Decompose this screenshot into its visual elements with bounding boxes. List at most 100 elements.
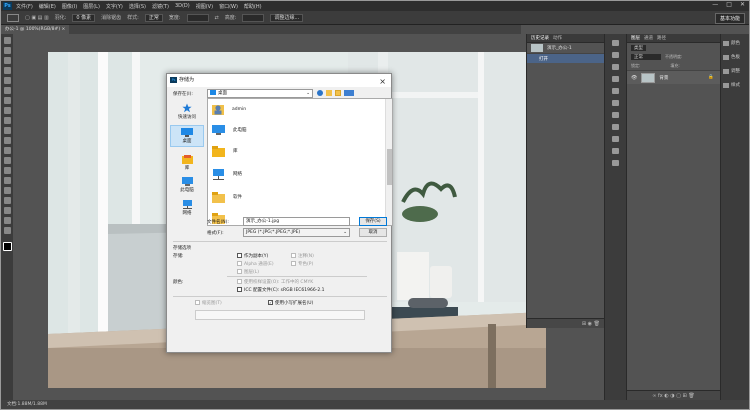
height-input[interactable] <box>242 13 265 22</box>
blend-mode-select[interactable]: 正常 <box>631 53 661 60</box>
character-icon[interactable] <box>612 112 619 118</box>
zoom-tool-icon[interactable] <box>3 227 11 234</box>
path-select-tool-icon[interactable] <box>3 197 11 204</box>
brush-presets-icon[interactable] <box>612 76 619 82</box>
alpha-checkbox[interactable] <box>237 261 242 266</box>
history-step-open[interactable]: 打开 <box>539 56 548 62</box>
menu-3d[interactable]: 3D(D) <box>175 3 190 9</box>
info-icon[interactable] <box>612 64 619 70</box>
as-copy-checkbox[interactable] <box>237 253 242 258</box>
spot-checkbox[interactable] <box>291 261 296 266</box>
menu-view[interactable]: 视图(V) <box>196 3 213 10</box>
type-tool-icon[interactable] <box>3 187 11 194</box>
menu-filter[interactable]: 滤镜(T) <box>152 3 169 10</box>
save-button[interactable]: 保存(S) <box>359 217 387 226</box>
eyedropper-tool-icon[interactable] <box>3 87 11 94</box>
layers-checkbox[interactable] <box>237 269 242 274</box>
panel-color[interactable]: 颜色 <box>721 40 749 46</box>
document-tab[interactable]: 办公-1 @ 100%(RGB/8#) × <box>1 25 70 34</box>
dodge-tool-icon[interactable] <box>3 167 11 174</box>
layer-name[interactable]: 背景 <box>659 75 668 81</box>
menu-type[interactable]: 文字(Y) <box>106 3 123 10</box>
paragraph-icon[interactable] <box>612 124 619 130</box>
view-menu-icon[interactable] <box>344 90 354 96</box>
menu-layer[interactable]: 图层(L) <box>83 3 100 10</box>
list-item[interactable]: 软件 <box>212 190 242 204</box>
menu-select[interactable]: 选择(S) <box>129 3 146 10</box>
filename-input[interactable]: 演示_办公-1.jpg <box>243 217 350 226</box>
antialias-checkbox[interactable]: 消除锯齿 <box>101 14 121 21</box>
place-this-pc[interactable]: 此电脑 <box>170 177 204 193</box>
quick-select-tool-icon[interactable] <box>3 67 11 74</box>
panel-adjustments[interactable]: 调整 <box>721 68 749 74</box>
place-desktop[interactable]: 桌面 <box>170 125 204 147</box>
list-item[interactable]: 此电脑 <box>212 123 247 137</box>
scrollbar-thumb[interactable] <box>387 149 392 185</box>
up-folder-icon[interactable] <box>326 90 332 96</box>
new-folder-icon[interactable] <box>335 90 341 96</box>
list-item[interactable]: admin <box>212 102 246 116</box>
hand-tool-icon[interactable] <box>3 217 11 224</box>
save-in-select[interactable]: 桌面 ⌄ <box>207 89 313 98</box>
shape-tool-icon[interactable] <box>3 207 11 214</box>
list-item[interactable]: 网络 <box>212 167 242 181</box>
menu-image[interactable]: 图像(I) <box>62 3 77 10</box>
history-brush-tool-icon[interactable] <box>3 127 11 134</box>
visibility-eye-icon[interactable]: 👁 <box>631 75 637 81</box>
tab-history[interactable]: 历史记录 <box>531 35 549 41</box>
crop-tool-icon[interactable] <box>3 77 11 84</box>
feather-input[interactable]: 0 像素 <box>72 13 96 22</box>
place-network[interactable]: 网络 <box>170 200 204 216</box>
healing-tool-icon[interactable] <box>3 97 11 104</box>
tab-paths[interactable]: 路径 <box>657 35 666 41</box>
menu-edit[interactable]: 编辑(E) <box>39 3 56 10</box>
notes-checkbox[interactable] <box>291 253 296 258</box>
back-icon[interactable] <box>317 90 323 96</box>
brush-tool-icon[interactable] <box>3 107 11 114</box>
history-footer-icons[interactable]: ⊞ ◉ 🗑 <box>527 318 604 328</box>
move-tool-icon[interactable] <box>3 37 11 44</box>
width-input[interactable] <box>186 13 209 22</box>
selection-mode-icons[interactable]: ▢ ▣ ▤ ▥ <box>25 15 49 21</box>
minimize-icon[interactable]: — <box>712 1 718 8</box>
close-icon[interactable]: × <box>379 75 386 88</box>
lasso-tool-icon[interactable] <box>3 57 11 64</box>
use-proof-checkbox[interactable] <box>237 279 242 284</box>
cancel-button[interactable]: 取消 <box>359 228 387 237</box>
menu-help[interactable]: 帮助(H) <box>244 3 262 10</box>
icc-checkbox[interactable] <box>237 287 242 292</box>
history-snapshot[interactable]: 演示_办公-1 <box>547 45 572 51</box>
swap-icon[interactable]: ⇄ <box>215 15 219 21</box>
tab-channels[interactable]: 通道 <box>644 35 653 41</box>
lowercase-ext-checkbox[interactable]: ✓ <box>268 300 273 305</box>
style-select[interactable]: 正常 <box>144 13 163 22</box>
color-swatches-icon[interactable] <box>2 242 12 251</box>
panel-swatches[interactable]: 色板 <box>721 54 749 60</box>
list-item[interactable]: 库 <box>212 144 238 158</box>
menu-file[interactable]: 文件(F) <box>16 3 33 10</box>
tool-presets-icon[interactable] <box>612 148 619 154</box>
layer-filter-select[interactable]: 类型 <box>631 44 646 51</box>
notes-icon[interactable] <box>612 160 619 166</box>
glyphs-icon[interactable] <box>612 136 619 142</box>
tab-layers[interactable]: 图层 <box>631 35 640 41</box>
eraser-tool-icon[interactable] <box>3 137 11 144</box>
format-select[interactable]: JPEG (*.JPG;*.JPEG;*.JPE) ⌄ <box>243 228 350 237</box>
refine-edge-button[interactable]: 调整边缘... <box>270 13 304 22</box>
thumbnail-checkbox[interactable] <box>195 300 200 305</box>
close-icon[interactable]: ✕ <box>740 1 745 8</box>
clone-source-icon[interactable] <box>612 100 619 106</box>
place-library[interactable]: 库 <box>170 155 204 171</box>
stamp-tool-icon[interactable] <box>3 117 11 124</box>
panel-styles[interactable]: 样式 <box>721 82 749 88</box>
workspace-select[interactable]: 基本功能 <box>714 13 745 24</box>
marquee-tool-icon[interactable] <box>3 47 11 54</box>
file-list[interactable]: admin 此电脑 库 网络 软件 <box>207 98 393 226</box>
maximize-icon[interactable]: □ <box>726 1 732 8</box>
properties-icon[interactable] <box>612 52 619 58</box>
pen-tool-icon[interactable] <box>3 177 11 184</box>
tab-actions[interactable]: 动作 <box>553 35 562 41</box>
layers-footer-icons[interactable]: ∞ fx ◐ ◑ ▢ ⊞ 🗑 <box>627 390 720 400</box>
marquee-tool-icon[interactable] <box>7 13 19 22</box>
blur-tool-icon[interactable] <box>3 157 11 164</box>
